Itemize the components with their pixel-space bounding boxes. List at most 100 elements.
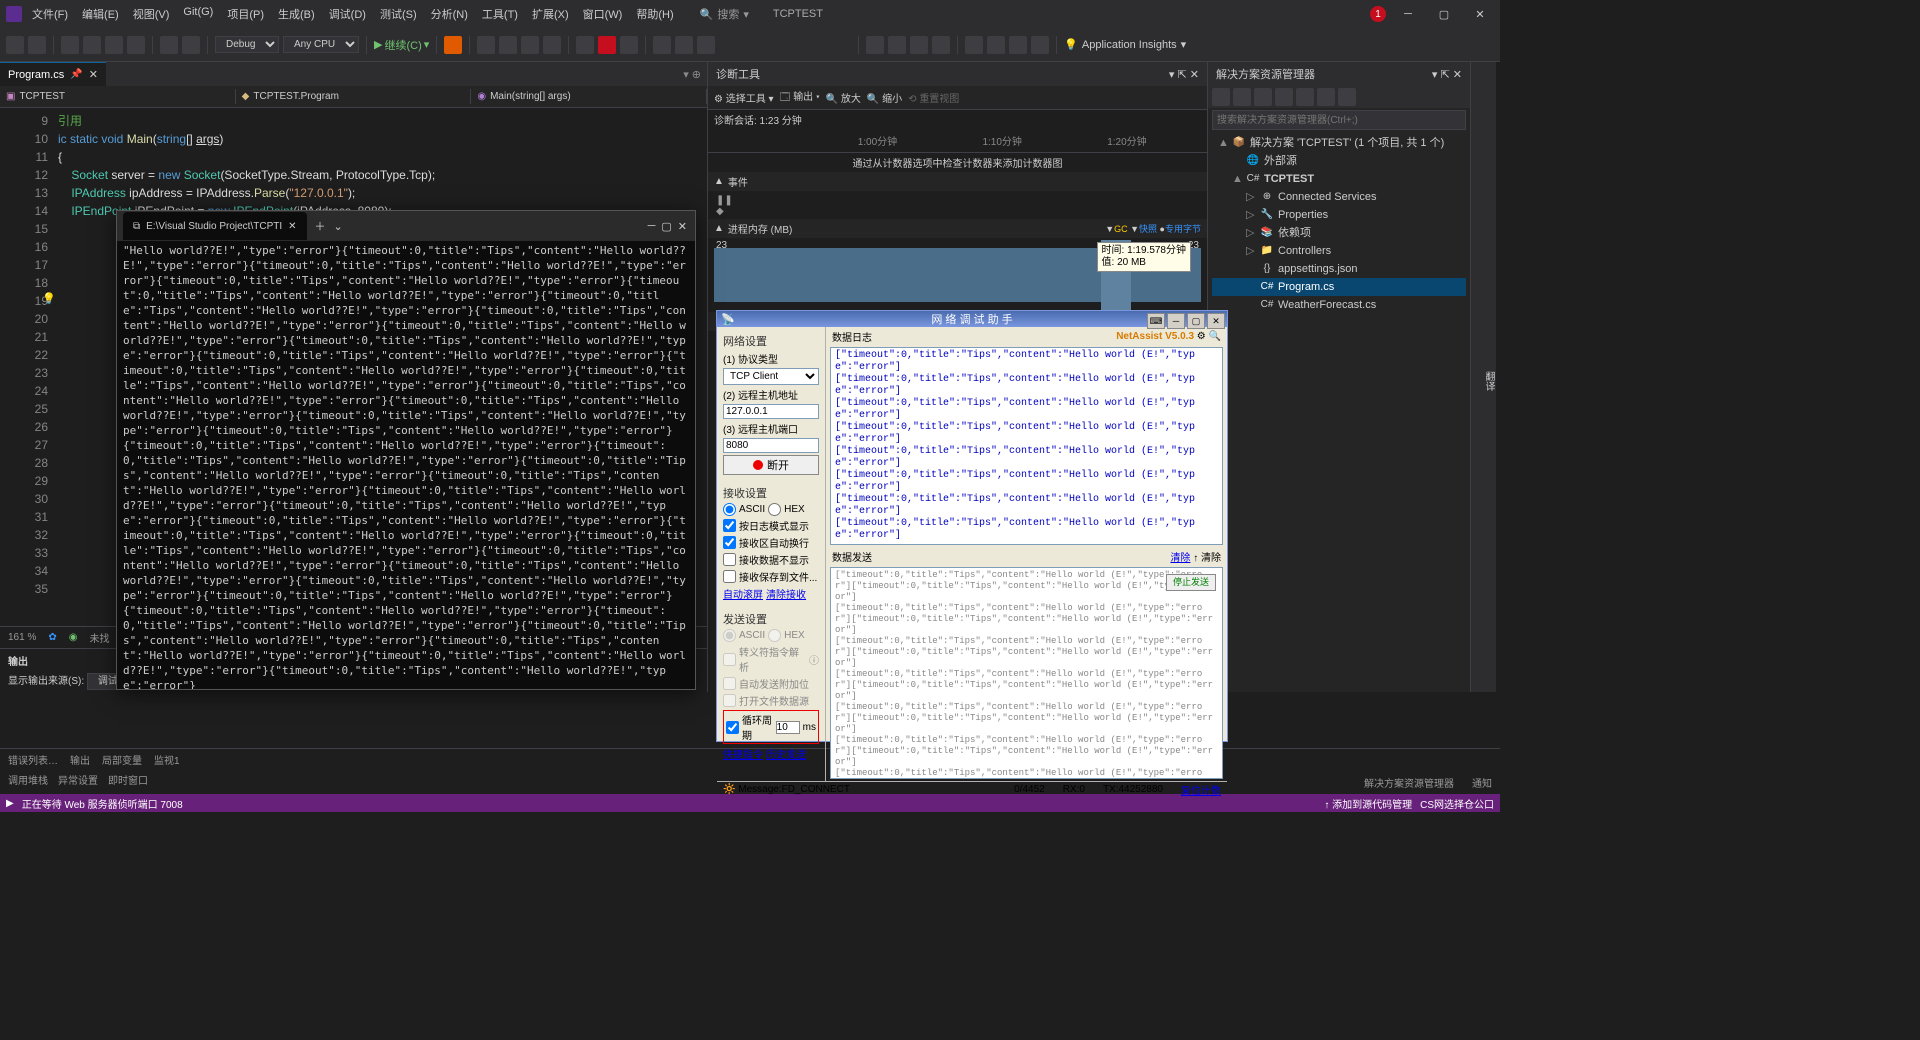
panel-controls[interactable]: ▾ ⇱ ✕	[1169, 68, 1199, 81]
menu-item[interactable]: Git(G)	[177, 4, 219, 24]
toolbar-icon[interactable]	[1009, 36, 1027, 54]
solution-search[interactable]	[1212, 110, 1466, 130]
port-input[interactable]	[723, 438, 819, 453]
menu-item[interactable]: 视图(V)	[127, 4, 176, 24]
hot-reload-icon[interactable]	[444, 36, 462, 54]
pin-icon[interactable]: 📌	[70, 69, 82, 80]
repo-selector[interactable]: CS网选择仓公口	[1420, 796, 1494, 811]
search-box[interactable]: 🔍 搜索 ▾	[700, 6, 749, 22]
zoom-level[interactable]: 161 %	[8, 632, 36, 643]
add-source-control[interactable]: ↑ 添加到源代码管理	[1324, 796, 1412, 811]
tree-row[interactable]: 🌐外部源	[1212, 152, 1466, 170]
bottom-tab[interactable]: 局部变量	[102, 752, 142, 767]
toolbar-icon[interactable]	[477, 36, 495, 54]
menu-item[interactable]: 工具(T)	[476, 4, 524, 24]
tab-overflow-icon[interactable]: ▾ ⊕	[677, 68, 707, 81]
memory-header[interactable]: ▲ 进程内存 (MB) ▼GC ▼快照 ●专用字节	[708, 219, 1207, 238]
tree-row[interactable]: {}appsettings.json	[1212, 260, 1466, 278]
toolbar-icon[interactable]	[910, 36, 928, 54]
config-combo[interactable]: Debug	[215, 36, 279, 53]
stop-icon[interactable]	[598, 36, 616, 54]
properties-icon[interactable]	[1317, 88, 1335, 106]
tree-row[interactable]: ▷📁Controllers	[1212, 242, 1466, 260]
cycle-input[interactable]	[776, 721, 800, 734]
save-icon[interactable]	[105, 36, 123, 54]
nav-project[interactable]: ▣TCPTEST	[0, 89, 236, 104]
terminal-body[interactable]: "Hello world??E!","type":"error"}{"timeo…	[117, 241, 695, 689]
data-log-area[interactable]: ["timeout":0,"title":"Tips","content":"H…	[830, 347, 1223, 545]
tree-row[interactable]: ▲C#TCPTEST	[1212, 170, 1466, 188]
cycle-setting[interactable]: 循环周期 ms	[723, 710, 819, 744]
timeline-ruler[interactable]: 1:00分钟 1:10分钟 1:20分钟	[708, 129, 1207, 153]
data-send-area[interactable]: ["timeout":0,"title":"Tips","content":"H…	[830, 567, 1223, 779]
maximize-icon[interactable]: ▢	[1187, 313, 1205, 329]
continue-button[interactable]: ▶ 继续(C) ▾	[374, 37, 429, 53]
doc-tab-program[interactable]: Program.cs 📌 ✕	[0, 62, 106, 86]
toolbar-icon[interactable]	[932, 36, 950, 54]
undo-icon[interactable]	[160, 36, 178, 54]
reset-count-link[interactable]: 复位计数	[1181, 782, 1221, 797]
nodisp-check[interactable]	[723, 553, 736, 566]
tree-row[interactable]: C#WeatherForecast.cs	[1212, 296, 1466, 314]
step-out-icon[interactable]	[697, 36, 715, 54]
toolbar-icon[interactable]	[866, 36, 884, 54]
keyboard-icon[interactable]: ⌨	[1147, 313, 1165, 329]
collapse-icon[interactable]	[1275, 88, 1293, 106]
toolbar-icon[interactable]	[888, 36, 906, 54]
maximize-icon[interactable]: ▢	[1430, 4, 1458, 24]
toolbar-icon[interactable]	[1031, 36, 1049, 54]
app-insights-label[interactable]: Application Insights	[1082, 39, 1177, 51]
memory-chart[interactable]: 23 23 时间: 1:19.578分钟值: 20 MB	[714, 240, 1201, 310]
minimize-icon[interactable]: ─	[648, 220, 656, 233]
nav-forward-icon[interactable]	[28, 36, 46, 54]
menu-item[interactable]: 分析(N)	[425, 4, 474, 24]
zoom-in-button[interactable]: 🔍 放大	[826, 90, 861, 105]
preview-icon[interactable]	[1338, 88, 1356, 106]
nav-method[interactable]: ◉Main(string[] args)	[471, 89, 707, 104]
ascii-radio[interactable]	[723, 503, 736, 516]
auto-scroll-link[interactable]: 自动滚屏	[723, 590, 763, 601]
pause-icon[interactable]	[576, 36, 594, 54]
restart-icon[interactable]	[620, 36, 638, 54]
menu-item[interactable]: 测试(S)	[374, 4, 423, 24]
tab-dropdown-icon[interactable]: ⌄	[334, 220, 343, 233]
save-all-icon[interactable]	[127, 36, 145, 54]
close-tab-icon[interactable]: ✕	[288, 221, 296, 232]
close-icon[interactable]: ✕	[1466, 4, 1494, 24]
protocol-combo[interactable]: TCP Client	[723, 368, 819, 385]
zoom-out-button[interactable]: 🔍 缩小	[867, 90, 902, 105]
menu-item[interactable]: 项目(P)	[221, 4, 270, 24]
menu-item[interactable]: 调试(D)	[323, 4, 372, 24]
refresh-icon[interactable]	[1254, 88, 1272, 106]
bottom-tab[interactable]: 监视1	[154, 752, 180, 767]
terminal-tab[interactable]: ⧉ E:\Visual Studio Project\TCPTI ✕	[123, 212, 307, 240]
menu-item[interactable]: 文件(F)	[26, 4, 74, 24]
tree-row[interactable]: ▲📦解决方案 'TCPTEST' (1 个项目, 共 1 个)	[1212, 134, 1466, 152]
tree-row[interactable]: ▷🔧Properties	[1212, 206, 1466, 224]
close-icon[interactable]: ✕	[678, 220, 687, 233]
hex-radio[interactable]	[768, 503, 781, 516]
toolbar-icon[interactable]	[543, 36, 561, 54]
host-input[interactable]	[723, 404, 819, 419]
menu-item[interactable]: 编辑(E)	[76, 4, 125, 24]
open-icon[interactable]	[83, 36, 101, 54]
right-tab[interactable]: 通知	[1472, 775, 1492, 790]
close-icon[interactable]: ✕	[1207, 313, 1225, 329]
maximize-icon[interactable]: ▢	[661, 220, 671, 233]
clear2-button[interactable]: ↑ 清除	[1193, 553, 1221, 564]
minimize-icon[interactable]: ─	[1167, 313, 1185, 329]
bottom-tab[interactable]: 错误列表…	[8, 752, 58, 767]
wrap-check[interactable]	[723, 536, 736, 549]
minimize-icon[interactable]: ─	[1394, 4, 1422, 24]
issues-indicator[interactable]: ✿	[48, 632, 56, 643]
side-tab-translate[interactable]: 翻译	[1470, 62, 1496, 692]
toolbar-icon[interactable]	[499, 36, 517, 54]
platform-combo[interactable]: Any CPU	[283, 36, 359, 53]
menu-item[interactable]: 窗口(W)	[577, 4, 629, 24]
disconnect-button[interactable]: 断开	[723, 455, 819, 475]
bottom-tab[interactable]: 即时窗口	[108, 772, 148, 787]
nav-back-icon[interactable]	[6, 36, 24, 54]
output-button[interactable]: 🗔 输出 ▾	[780, 88, 820, 107]
show-all-icon[interactable]	[1296, 88, 1314, 106]
step-into-icon[interactable]	[653, 36, 671, 54]
